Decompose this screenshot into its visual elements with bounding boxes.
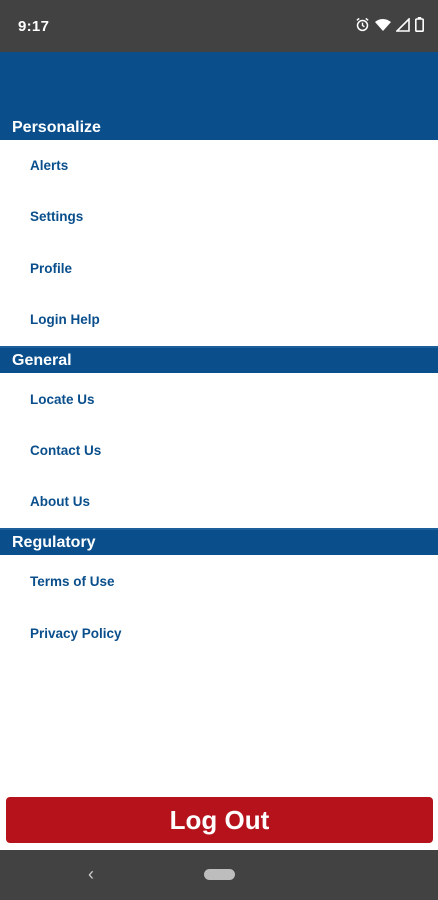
home-pill-icon[interactable] <box>204 869 235 880</box>
wifi-icon <box>375 18 391 32</box>
signal-icon <box>396 17 410 32</box>
alarm-icon <box>355 17 370 32</box>
back-chevron-icon[interactable]: ‹ <box>88 864 94 884</box>
menu-item-terms-of-use[interactable]: Terms of Use <box>30 572 115 592</box>
section-header-personalize: Personalize <box>0 116 438 140</box>
menu-item-contact-us[interactable]: Contact Us <box>30 441 101 461</box>
log-out-label: Log Out <box>169 804 270 835</box>
status-bar: 9:17 <box>0 0 438 52</box>
status-time: 9:17 <box>18 18 50 35</box>
section-header-regulatory: Regulatory <box>0 528 438 555</box>
menu-item-privacy-policy[interactable]: Privacy Policy <box>30 624 122 644</box>
menu-item-locate-us[interactable]: Locate Us <box>30 390 95 410</box>
system-nav-bar: ‹ <box>0 850 438 900</box>
app-header <box>0 52 438 118</box>
status-icons <box>355 17 424 32</box>
log-out-button[interactable]: Log Out <box>6 797 433 843</box>
menu-item-settings[interactable]: Settings <box>30 207 83 227</box>
section-header-general: General <box>0 346 438 373</box>
menu-item-alerts[interactable]: Alerts <box>30 156 68 176</box>
battery-icon <box>415 17 424 32</box>
menu-item-login-help[interactable]: Login Help <box>30 310 100 330</box>
menu-item-profile[interactable]: Profile <box>30 259 72 279</box>
menu-item-about-us[interactable]: About Us <box>30 492 90 512</box>
